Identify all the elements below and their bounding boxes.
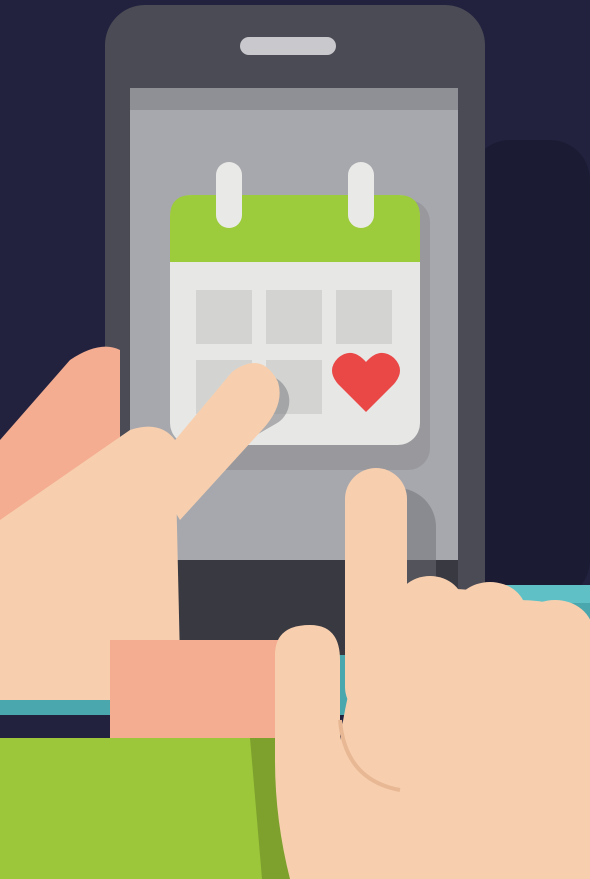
calendar-cell: [336, 290, 392, 344]
background-panel: [470, 140, 590, 600]
phone-status-bar: [130, 88, 458, 110]
left-wrist: [110, 640, 285, 740]
calendar-cell: [266, 290, 322, 344]
right-knuckle: [396, 576, 464, 636]
phone-calendar-illustration: [0, 0, 590, 879]
right-index-finger: [345, 468, 407, 718]
calendar-cell: [196, 290, 252, 344]
phone-speaker: [240, 37, 336, 55]
right-knuckle: [517, 600, 590, 664]
calendar-ring-right: [348, 162, 374, 228]
calendar-header: [170, 195, 420, 262]
calendar-ring-left: [216, 162, 242, 228]
right-knuckle: [454, 582, 526, 642]
